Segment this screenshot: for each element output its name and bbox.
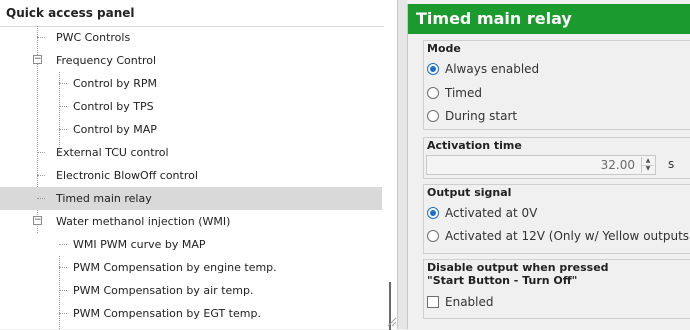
radio-label: Activated at 0V	[445, 206, 538, 220]
activation-time-unit: s	[668, 157, 675, 171]
radio-label: During start	[445, 109, 518, 123]
tree-item-label: Control by MAP	[73, 123, 157, 136]
spin-down-icon[interactable]: ▼	[642, 165, 654, 173]
tree-item-external-tcu-control[interactable]: External TCU control	[0, 141, 382, 164]
tree-item-pwm-comp-air-temp[interactable]: PWM Compensation by air temp.	[0, 279, 382, 302]
radio-selected-icon[interactable]	[427, 63, 439, 75]
tree-item-label: Electronic BlowOff control	[56, 169, 198, 182]
radio-label: Activated at 12V (Only w/ Yellow outputs…	[445, 229, 690, 243]
resize-grip-icon[interactable]	[385, 315, 397, 327]
mode-group: Mode Always enabled Timed During start	[423, 40, 690, 130]
checkbox-icon[interactable]	[427, 296, 439, 308]
activation-time-spinner[interactable]: ▲ ▼	[641, 157, 654, 173]
tree-item-label: Control by TPS	[73, 100, 154, 113]
settings-panel-title: Timed main relay	[408, 4, 690, 34]
radio-selected-icon[interactable]	[427, 207, 439, 219]
tree-item-label: External TCU control	[56, 146, 169, 159]
panel-splitter[interactable]	[398, 0, 407, 329]
tree-item-label: Water methanol injection (WMI)	[56, 215, 231, 228]
activation-time-title: Activation time	[427, 139, 522, 152]
tree-item-pwm-comp-egt-temp[interactable]: PWM Compensation by EGT temp.	[0, 302, 382, 325]
activation-time-group: Activation time 32.00 ▲ ▼ s	[423, 137, 690, 179]
tree-item-label: PWM Compensation by engine temp.	[73, 261, 277, 274]
checkbox-label: Enabled	[445, 295, 494, 309]
radio-unselected-icon[interactable]	[427, 230, 439, 242]
collapse-icon[interactable]: −	[33, 216, 42, 225]
radio-label: Timed	[445, 86, 482, 100]
collapse-icon[interactable]: −	[33, 55, 42, 64]
tree-item-label: PWM Compensation by air temp.	[73, 284, 254, 297]
disable-output-subtitle: "Start Button - Turn Off"	[427, 274, 578, 287]
tree-item-label: PWC Controls	[56, 31, 131, 44]
tree-item-control-by-map[interactable]: Control by MAP	[0, 118, 382, 141]
tree-item-label: PWM Compensation by EGT temp.	[73, 307, 261, 320]
radio-unselected-icon[interactable]	[427, 110, 439, 122]
tree-item-label: Frequency Control	[56, 54, 157, 67]
radio-unselected-icon[interactable]	[427, 87, 439, 99]
tree-item-label: WMI PWM curve by MAP	[73, 238, 206, 251]
tree-item-label: Control by RPM	[73, 77, 158, 90]
tree-item-frequency-control[interactable]: − Frequency Control	[0, 49, 382, 72]
activation-time-input[interactable]: 32.00 ▲ ▼	[426, 155, 656, 175]
navigation-tree: PWC Controls − Frequency Control Control…	[0, 26, 382, 329]
quick-access-panel: Quick access panel PWC Controls − Freque…	[0, 0, 398, 330]
tree-item-timed-main-relay[interactable]: Timed main relay	[0, 187, 382, 210]
tree-item-pwm-comp-engine-temp[interactable]: PWM Compensation by engine temp.	[0, 256, 382, 279]
mode-group-title: Mode	[427, 42, 461, 55]
tree-item-water-methanol-injection[interactable]: − Water methanol injection (WMI)	[0, 210, 382, 233]
radio-label: Always enabled	[445, 62, 540, 76]
tree-item-control-by-tps[interactable]: Control by TPS	[0, 95, 382, 118]
tree-item-control-by-rpm[interactable]: Control by RPM	[0, 72, 382, 95]
tree-item-electronic-blowoff-control[interactable]: Electronic BlowOff control	[0, 164, 382, 187]
tree-scrollbar[interactable]	[384, 26, 397, 330]
tree-item-pwc-controls[interactable]: PWC Controls	[0, 26, 382, 49]
settings-panel: Timed main relay Mode Always enabled Tim…	[407, 4, 690, 329]
tree-item-label: Timed main relay	[56, 192, 152, 205]
output-signal-title: Output signal	[427, 186, 512, 199]
disable-output-group: Disable output when pressed "Start Butto…	[423, 259, 690, 319]
disable-output-title: Disable output when pressed	[427, 261, 609, 274]
quick-access-panel-title: Quick access panel	[0, 0, 397, 27]
output-signal-group: Output signal Activated at 0V Activated …	[423, 184, 690, 254]
activation-time-value: 32.00	[600, 158, 635, 172]
tree-item-wmi-pwm-curve-by-map[interactable]: WMI PWM curve by MAP	[0, 233, 382, 256]
